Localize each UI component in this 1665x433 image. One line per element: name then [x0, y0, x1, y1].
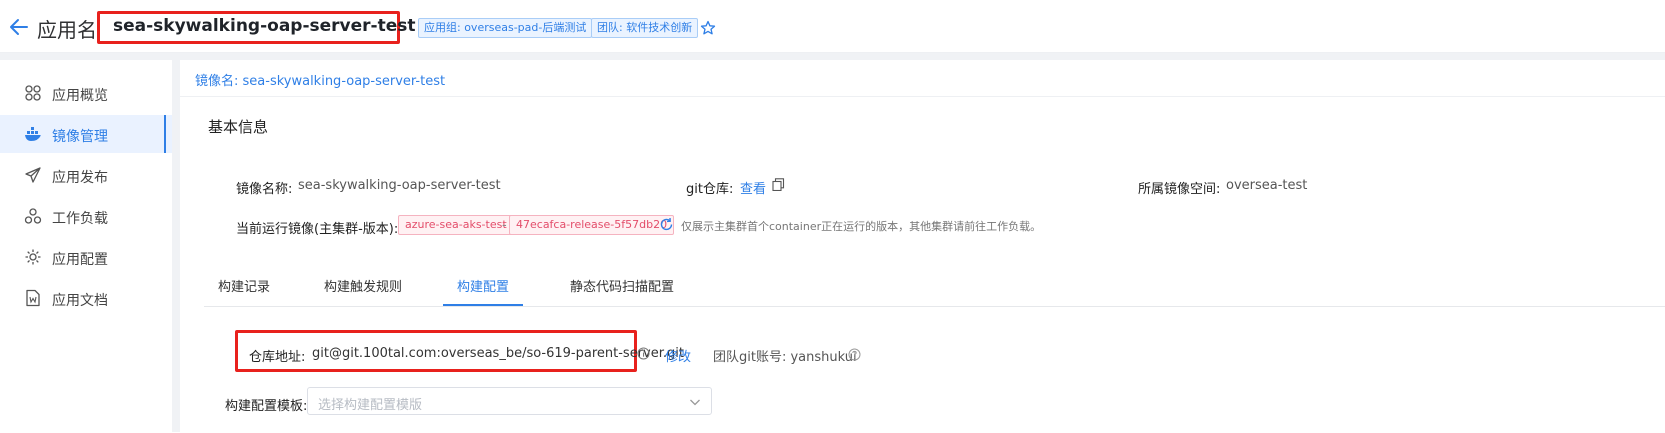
sidebar-item-label: 应用配置	[52, 252, 108, 268]
section-title-basic-info: 基本信息	[208, 118, 269, 136]
sidebar: 应用概览 镜像管理 应用发布 工作负载 应用配置 应用文档	[0, 60, 172, 432]
image-name-tab[interactable]: 镜像名: sea-skywalking-oap-server-test	[180, 60, 445, 96]
app-name: sea-skywalking-oap-server-test	[113, 16, 416, 36]
sidebar-item-workload[interactable]: 工作负载	[0, 197, 172, 235]
app-label: 应用名	[37, 18, 97, 42]
running-version-hint: 仅展示主集群首个container正在运行的版本，其他集群请前往工作负载。	[681, 220, 1042, 233]
namespace-label: 所属镜像空间:	[1138, 182, 1221, 197]
active-tab-indicator	[443, 304, 523, 306]
git-view-link[interactable]: 查看	[740, 178, 766, 197]
tab-build-config[interactable]: 构建配置	[443, 272, 523, 302]
help-icon[interactable]	[848, 348, 861, 361]
back-arrow-icon[interactable]	[8, 16, 30, 38]
build-template-select[interactable]: 选择构建配置模版	[307, 387, 712, 415]
sidebar-item-label: 应用概览	[52, 88, 108, 104]
main-content	[180, 96, 1665, 433]
send-icon	[25, 167, 41, 183]
cluster-badge: azure-sea-aks-test	[398, 215, 514, 235]
build-template-label: 构建配置模板:	[225, 399, 308, 414]
git-repo-label: git仓库:	[686, 182, 734, 197]
document-icon	[26, 289, 40, 307]
tab-static-scan-config[interactable]: 静态代码扫描配置	[556, 272, 688, 302]
overview-icon	[25, 85, 41, 101]
tab-build-records[interactable]: 构建记录	[204, 272, 284, 302]
info-icon[interactable]	[637, 347, 650, 360]
top-bar: 应用名 sea-skywalking-oap-server-test 应用组: …	[0, 0, 1665, 53]
sidebar-item-overview[interactable]: 应用概览	[0, 74, 172, 112]
settings-icon	[25, 249, 41, 265]
sidebar-item-label: 镜像管理	[52, 129, 108, 145]
edit-repo-link[interactable]: 修改	[665, 346, 691, 365]
build-tabs: 构建记录 构建触发规则 构建配置 静态代码扫描配置	[204, 272, 1665, 307]
docker-icon	[25, 127, 41, 141]
sidebar-item-label: 应用发布	[52, 170, 108, 186]
repo-address-value: git@git.100tal.com:overseas_be/so-619-pa…	[312, 346, 684, 361]
sidebar-item-label: 应用文档	[52, 293, 108, 309]
sidebar-item-config[interactable]: 应用配置	[0, 238, 172, 276]
image-name-label: 镜像名称:	[236, 182, 293, 197]
image-name-tab-label: 镜像名: sea-skywalking-oap-server-test	[195, 74, 446, 89]
sidebar-item-docs[interactable]: 应用文档	[0, 279, 172, 317]
copy-icon[interactable]	[772, 178, 785, 191]
team-tag: 团队: 软件技术创新	[591, 18, 699, 38]
sidebar-item-image-management[interactable]: 镜像管理	[0, 115, 172, 153]
sidebar-item-release[interactable]: 应用发布	[0, 156, 172, 194]
separator-dash: -	[502, 218, 507, 233]
workload-icon	[24, 208, 42, 224]
team-git-account: 团队git账号: yanshukui	[713, 350, 857, 365]
sidebar-item-label: 工作负载	[52, 211, 108, 227]
version-badge: 47ecafca-release-5f57db20	[509, 215, 675, 235]
image-name-value: sea-skywalking-oap-server-test	[298, 178, 501, 193]
build-template-placeholder: 选择构建配置模版	[318, 398, 423, 413]
chevron-down-icon	[690, 399, 700, 406]
namespace-value: oversea-test	[1226, 178, 1308, 193]
refresh-icon[interactable]	[659, 217, 674, 232]
running-image-label: 当前运行镜像(主集群-版本):	[236, 222, 399, 237]
repo-address-label: 仓库地址:	[249, 350, 306, 365]
app-group-tag: 应用组: overseas-pad-后端测试	[418, 18, 593, 38]
star-icon[interactable]	[700, 20, 716, 36]
tab-build-trigger-rules[interactable]: 构建触发规则	[310, 272, 416, 302]
